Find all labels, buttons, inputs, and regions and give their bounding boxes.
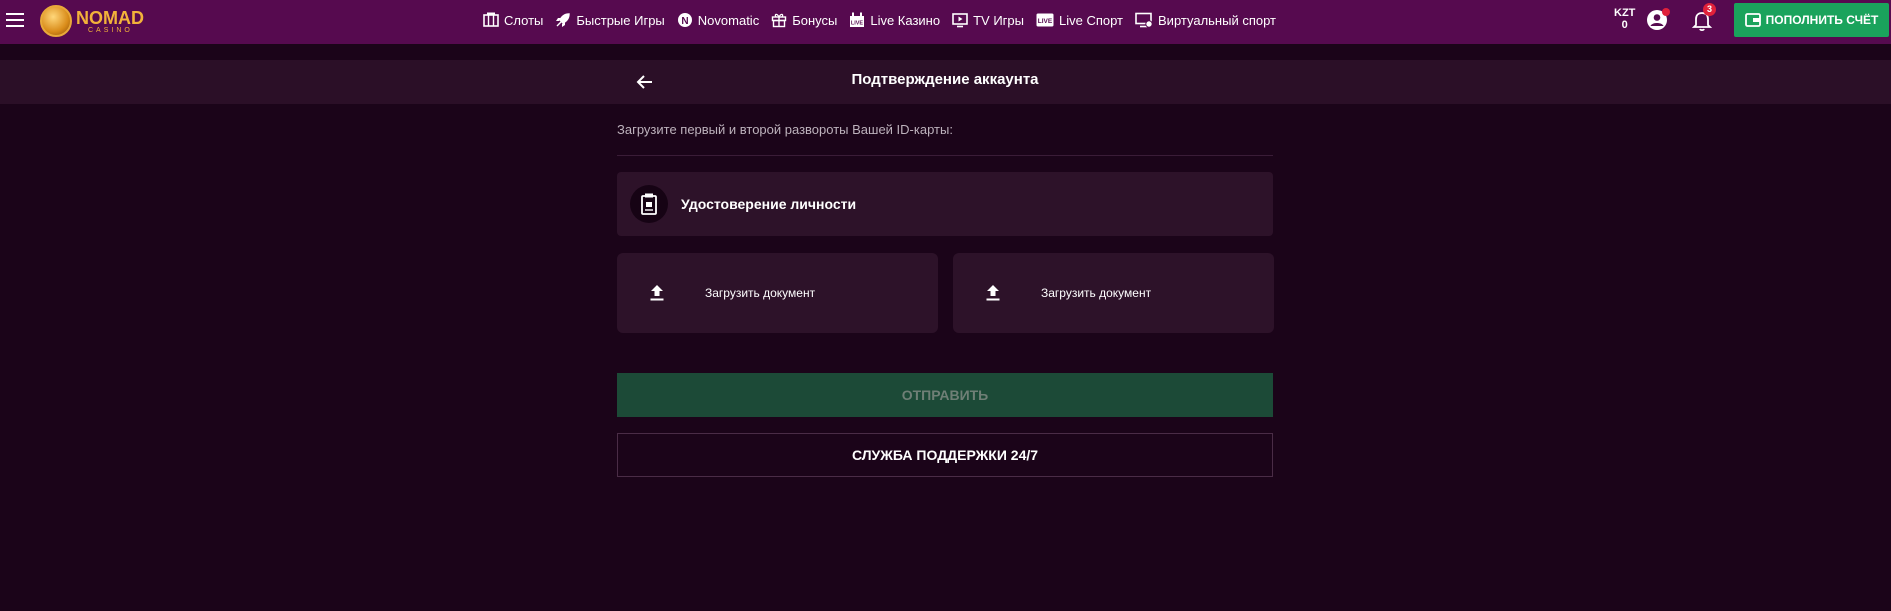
upload-document-front[interactable]: Загрузить документ [617, 253, 938, 333]
logo[interactable]: NOMAD CASINO [40, 3, 144, 39]
virtual-sport-icon [1135, 12, 1153, 28]
nav-label: Бонусы [792, 12, 838, 28]
nav-item-fast-games[interactable]: Быстрые Игры [555, 12, 665, 28]
nav-item-tv-games[interactable]: TV Игры [952, 12, 1024, 28]
balance-value: 0 [1621, 19, 1628, 31]
support-button[interactable]: СЛУЖБА ПОДДЕРЖКИ 24/7 [617, 433, 1273, 477]
svg-text:LIVE: LIVE [851, 21, 864, 27]
nav-item-slots[interactable]: Слоты [483, 12, 543, 28]
nav-label: TV Игры [973, 12, 1024, 28]
slots-icon [483, 12, 499, 27]
main-nav: Слоты Быстрые Игры N Novomatic Бонусы LI… [483, 0, 1288, 40]
id-card-icon-wrap [630, 185, 668, 223]
nav-item-bonuses[interactable]: Бонусы [771, 12, 837, 28]
nav-label: Live Казино [870, 12, 941, 28]
menu-icon[interactable] [6, 13, 24, 27]
logo-coin-icon [40, 5, 72, 37]
balance-display[interactable]: KZT 0 [1614, 7, 1635, 31]
document-type-card[interactable]: Удостоверение личности [617, 172, 1273, 236]
nav-label: Novomatic [697, 12, 760, 28]
currency-label: KZT [1614, 7, 1636, 19]
nav-label: Слоты [504, 12, 544, 28]
page-title: Подтверждение аккаунта [851, 71, 1039, 88]
live-sport-icon: LIVE [1036, 13, 1054, 27]
nav-item-live-sport[interactable]: LIVE Live Спорт [1036, 12, 1123, 28]
upload-icon [650, 285, 664, 301]
logo-subtitle: CASINO [88, 26, 133, 34]
id-card-icon [641, 193, 657, 215]
document-type-label: Удостоверение личности [681, 196, 857, 212]
nav-item-virtual-sport[interactable]: Виртуальный спорт [1135, 12, 1276, 28]
nav-label: Live Спорт [1058, 12, 1124, 28]
deposit-label: ПОПОЛНИТЬ СЧЁТ [1765, 13, 1879, 27]
back-arrow-icon[interactable] [635, 72, 655, 92]
deposit-button[interactable]: ПОПОЛНИТЬ СЧЁТ [1734, 3, 1889, 37]
upload-document-back[interactable]: Загрузить документ [953, 253, 1274, 333]
svg-text:LIVE: LIVE [1038, 18, 1053, 25]
wallet-icon [1744, 13, 1761, 27]
notification-count-badge: 3 [1703, 3, 1716, 16]
top-navigation-bar: NOMAD CASINO Слоты Быстрые Игры N Novoma… [0, 0, 1891, 44]
logo-title: NOMAD [76, 7, 144, 28]
tv-icon [952, 13, 968, 28]
upload-instruction: Загрузите первый и второй развороты Ваше… [617, 122, 953, 137]
divider [617, 155, 1273, 156]
nav-item-novomatic[interactable]: N Novomatic [677, 12, 759, 28]
novomatic-icon: N [677, 13, 692, 27]
svg-text:N: N [681, 16, 688, 27]
nav-label: Быстрые Игры [576, 12, 665, 28]
rocket-icon [556, 13, 571, 27]
upload-label: Загрузить документ [705, 286, 816, 300]
upload-icon [986, 285, 1000, 301]
gift-icon [772, 13, 787, 28]
submit-button[interactable]: ОТПРАВИТЬ [617, 373, 1273, 417]
nav-label: Виртуальный спорт [1158, 12, 1276, 28]
nav-item-live-casino[interactable]: LIVE Live Казино [849, 12, 940, 28]
upload-label: Загрузить документ [1041, 286, 1152, 300]
user-status-dot [1662, 8, 1670, 16]
live-casino-icon: LIVE [850, 12, 865, 27]
